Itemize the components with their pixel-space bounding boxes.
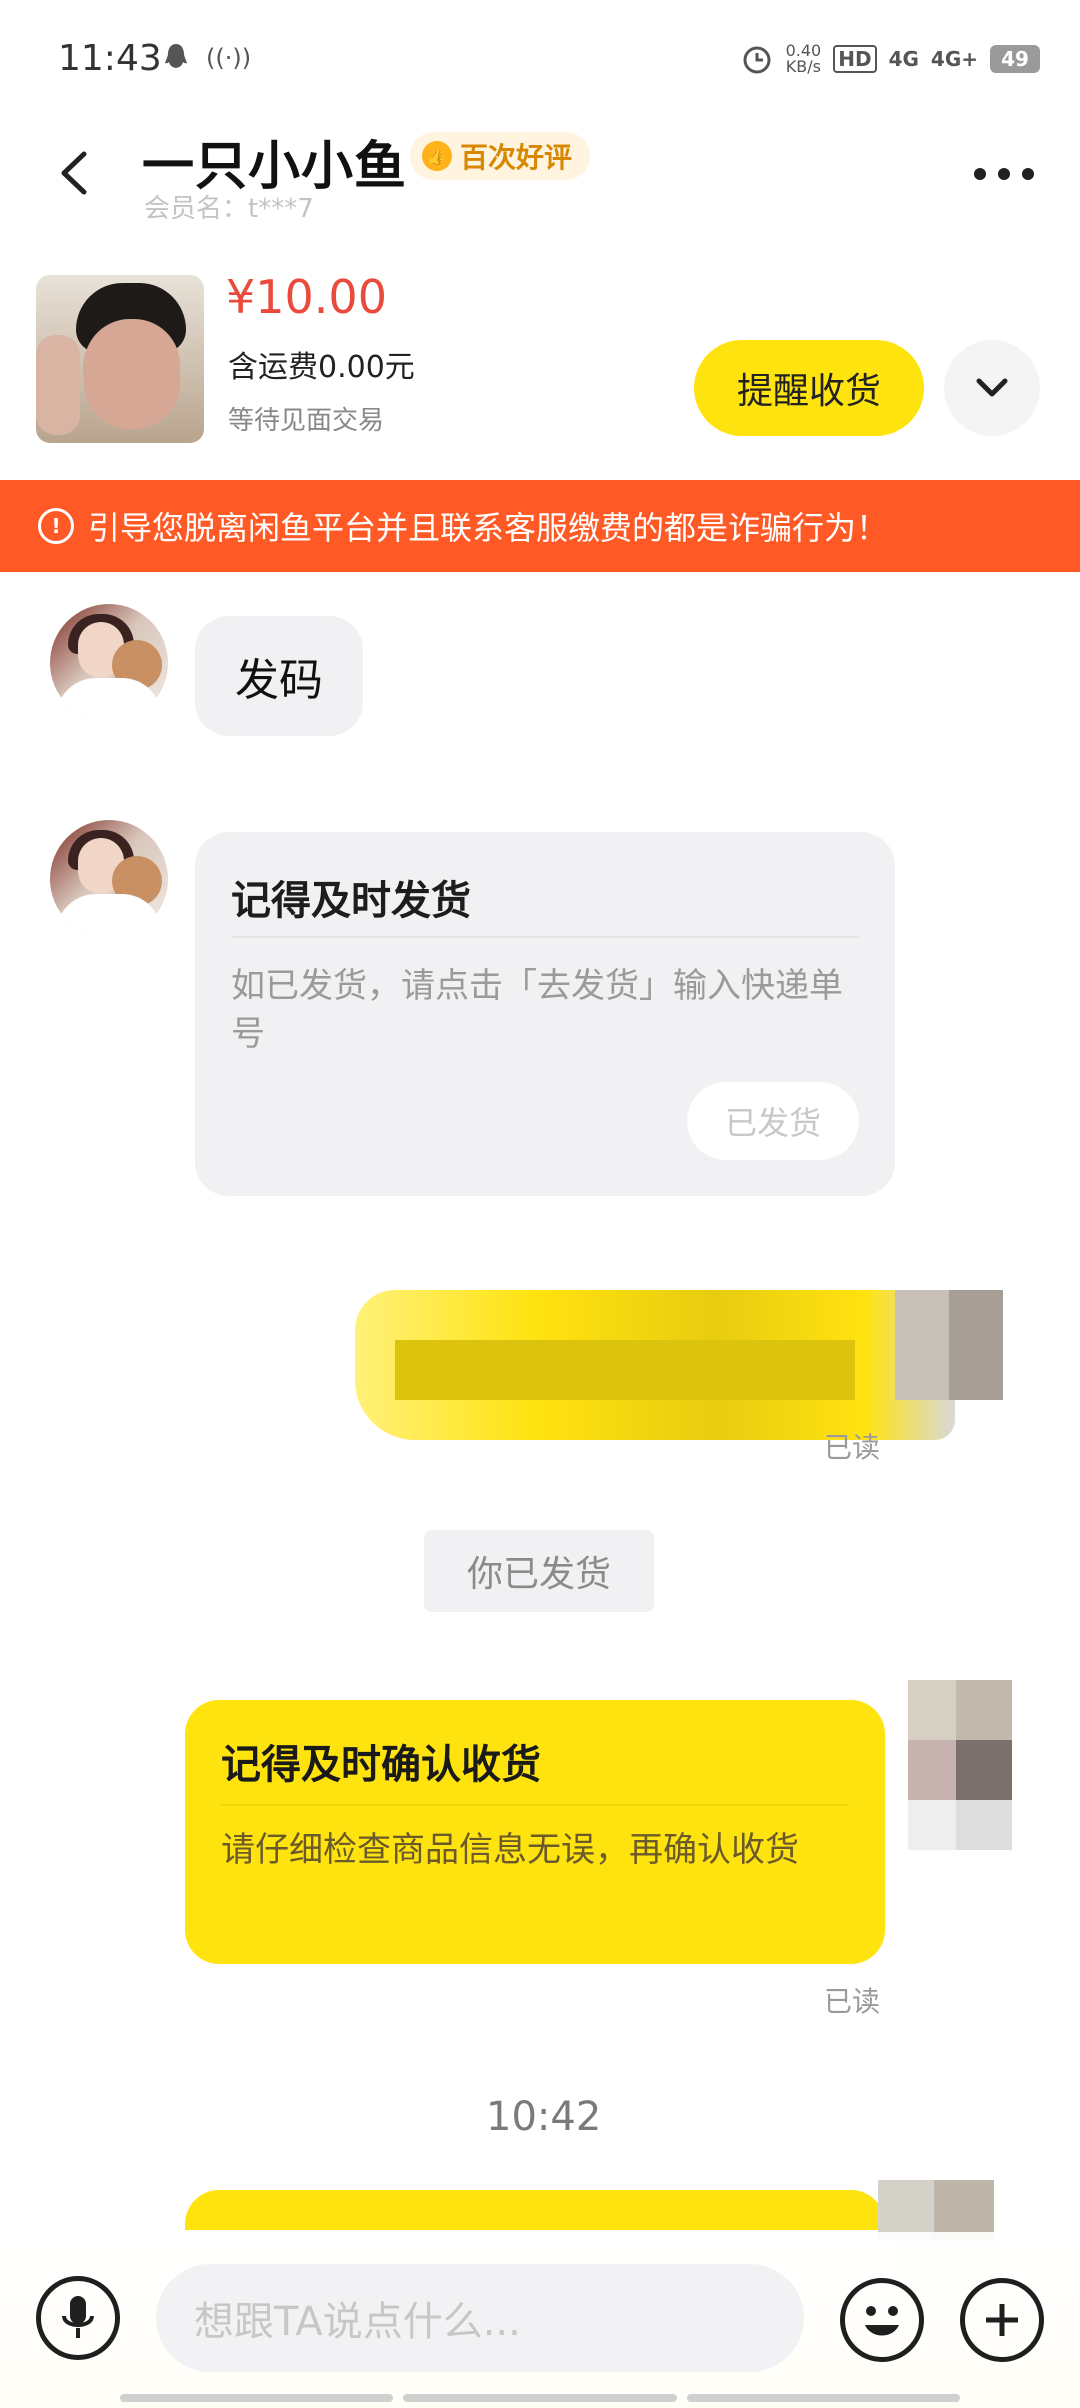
- message-input[interactable]: 想跟TA说点什么...: [156, 2264, 804, 2372]
- system-notice: 你已发货: [424, 1530, 654, 1612]
- status-time: 11:43: [58, 38, 162, 79]
- member-name: 会员名：t***7: [144, 194, 314, 224]
- network-speed: 0.40 KB/s: [785, 41, 822, 76]
- card-divider: [231, 936, 859, 938]
- ship-reminder-card: 记得及时发货 如已发货，请点击「去发货」输入快递单号 已发货: [195, 832, 895, 1196]
- hotspot-icon: ((·)): [206, 44, 252, 72]
- badge-label: 百次好评: [460, 141, 573, 174]
- signal-4g-plus: 4G+: [930, 47, 978, 71]
- signal-4g: 4G: [888, 47, 919, 71]
- voice-button[interactable]: [36, 2276, 120, 2360]
- blurred-user-avatar[interactable]: [908, 1680, 1028, 1860]
- more-actions-button[interactable]: [960, 2278, 1044, 2362]
- timestamp: 10:42: [486, 2094, 602, 2140]
- qq-icon: [165, 44, 187, 68]
- alarm-icon: [743, 46, 771, 74]
- emoji-icon: [865, 2306, 899, 2336]
- partial-message-card: [185, 2190, 885, 2230]
- microphone-icon: [62, 2296, 94, 2338]
- message-bubble: 发码: [195, 616, 363, 736]
- card-body: 如已发货，请点击「去发货」输入快递单号: [231, 966, 843, 1054]
- thumb-up-icon: 👍: [422, 141, 452, 171]
- warning-text: 引导您脱离闲鱼平台并且联系客服缴费的都是诈骗行为！: [88, 509, 889, 547]
- remind-receipt-button[interactable]: 提醒收货: [694, 340, 924, 436]
- back-icon[interactable]: [54, 150, 100, 196]
- alert-icon: !: [38, 508, 74, 544]
- card-divider: [221, 1804, 849, 1806]
- fraud-warning-bar: ! 引导您脱离闲鱼平台并且联系客服缴费的都是诈骗行为！: [0, 480, 1080, 572]
- read-receipt: 已读: [824, 1985, 881, 2018]
- trade-status: 等待见面交易: [228, 406, 385, 436]
- battery-icon: 49: [990, 45, 1040, 73]
- card-title: 记得及时确认收货: [221, 1742, 541, 1788]
- contact-avatar[interactable]: [50, 820, 168, 938]
- chevron-down-icon: [976, 378, 1008, 397]
- product-price: ¥10.00: [226, 270, 387, 324]
- confirm-receipt-card: 记得及时确认收货 请仔细检查商品信息无误，再确认收货: [185, 1700, 885, 1964]
- rating-badge: 👍 百次好评: [410, 132, 591, 180]
- more-options-icon[interactable]: [974, 168, 1034, 180]
- plus-icon: [986, 2304, 1018, 2336]
- shipped-button[interactable]: 已发货: [687, 1082, 859, 1160]
- emoji-button[interactable]: [840, 2278, 924, 2362]
- read-receipt: 已读: [824, 1431, 881, 1464]
- contact-avatar[interactable]: [50, 604, 168, 722]
- product-thumbnail[interactable]: [36, 275, 204, 443]
- shipping-fee: 含运费0.00元: [228, 350, 415, 385]
- blurred-outgoing-message: [335, 1290, 1003, 1440]
- card-body: 请仔细检查商品信息无误，再确认收货: [221, 1830, 799, 1870]
- expand-button[interactable]: [944, 340, 1040, 436]
- card-title: 记得及时发货: [231, 878, 471, 924]
- gesture-bar: [120, 2394, 960, 2402]
- hd-indicator: HD: [833, 45, 877, 73]
